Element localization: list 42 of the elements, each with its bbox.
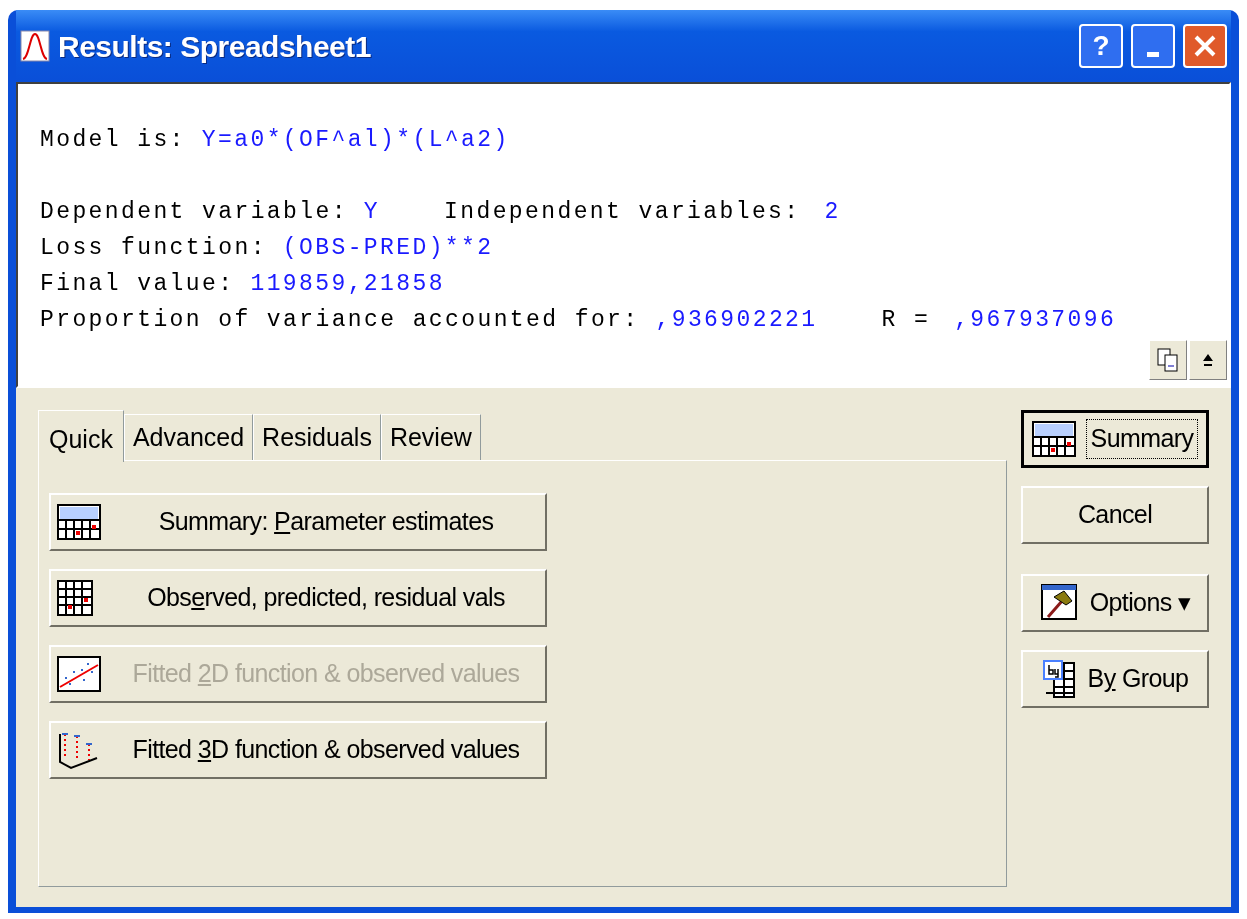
output-label: Independent variables: [444, 197, 801, 227]
up-arrow-icon [1202, 353, 1214, 367]
output-value: Y [363, 197, 381, 227]
output-value: 2 [824, 197, 841, 227]
output-label: Loss function: [40, 233, 267, 263]
output-label: Proportion of variance accounted for: [40, 305, 640, 335]
hammer-icon [1039, 583, 1080, 623]
scatter-plot-icon [57, 656, 101, 692]
tab[interactable]: Residuals [253, 414, 381, 460]
output-value: ,967937096 [954, 305, 1117, 335]
grouped-table-icon [1041, 659, 1078, 699]
output-value: 119859,21858 [250, 269, 445, 299]
minimize-icon [1147, 51, 1159, 57]
close-icon [1192, 33, 1218, 59]
collapse-button[interactable] [1189, 340, 1227, 380]
output-value: Y=a0*(OF^al)*(L^a2) [201, 125, 510, 155]
copy-icon [1157, 348, 1179, 372]
output-value: (OBS-PRED)**2 [282, 233, 494, 263]
tab[interactable]: Quick [38, 410, 124, 462]
dialog-button[interactable]: By Group [1021, 650, 1209, 708]
table-icon [1031, 421, 1076, 457]
output-label: Final value: [40, 269, 235, 299]
output-label: Model is: [40, 125, 186, 155]
tab[interactable]: Advanced [123, 414, 254, 460]
window-title: Results: Spreadsheet1 [58, 28, 372, 65]
dialog-button[interactable]: Options ▾ [1021, 574, 1209, 632]
dialog-button[interactable]: Cancel [1021, 486, 1209, 544]
bell-curve-icon [20, 30, 50, 62]
output-label: Dependent variable: [40, 197, 348, 227]
close-button[interactable] [1183, 24, 1227, 68]
output-label: R = [881, 305, 931, 335]
minimize-button[interactable] [1131, 24, 1175, 68]
dialog-button[interactable]: Summary [1021, 410, 1209, 468]
help-button[interactable]: ? [1079, 24, 1123, 68]
copy-button[interactable] [1149, 340, 1187, 380]
output-value: ,936902221 [655, 305, 818, 335]
action-button[interactable]: Fitted 3D function & observed values [49, 721, 547, 779]
action-button[interactable]: Summary: Parameter estimates [49, 493, 547, 551]
table-icon [57, 504, 101, 540]
tab[interactable]: Review [380, 414, 481, 460]
grid-icon [57, 580, 93, 616]
action-button[interactable]: Observed, predicted, residual vals [49, 569, 547, 627]
